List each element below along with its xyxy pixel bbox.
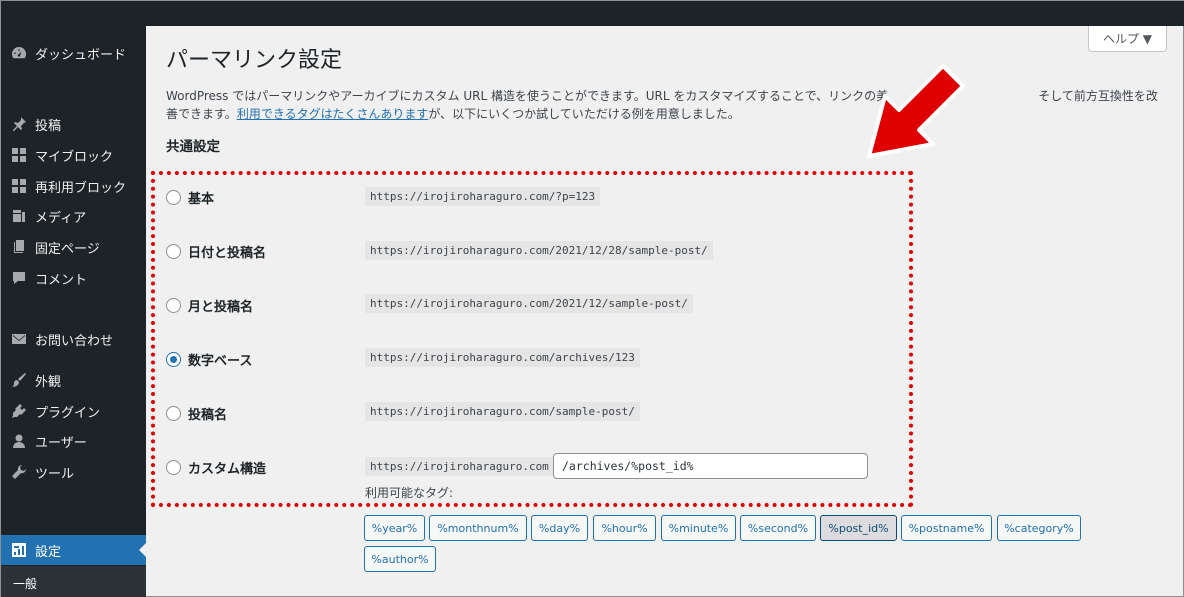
sidebar-item-label: ユーザー [35, 435, 87, 451]
radio-day-name[interactable] [166, 244, 181, 259]
sidebar-item-reusable-blocks[interactable]: 再利用ブロック [1, 171, 146, 201]
sidebar-item-appearance[interactable]: 外観 [1, 365, 146, 395]
sidebar-item-label: お問い合わせ [35, 333, 114, 349]
section-title: 共通設定 [166, 139, 220, 155]
red-arrow-icon [867, 64, 965, 158]
tag-button-hour[interactable]: %hour% [593, 515, 656, 541]
option-month-name[interactable]: 月と投稿名 [166, 296, 253, 315]
url-example: https://irojiroharaguro.com/2021/12/28/s… [365, 241, 713, 260]
url-example: https://irojiroharaguro.com/archives/123 [365, 348, 640, 367]
sidebar-item-label: コメント [35, 272, 88, 288]
option-label: 月と投稿名 [188, 300, 254, 315]
custom-structure-input[interactable] [553, 453, 868, 479]
sidebar-item-pages[interactable]: 固定ページ [1, 232, 146, 262]
sidebar-item-label: 投稿 [35, 118, 62, 134]
intro-text-part: が、以下にいくつか試していただける例を用意しました。 [428, 107, 740, 121]
sidebar-item-label: ダッシュボード [35, 47, 127, 63]
radio-post-name[interactable] [166, 406, 181, 421]
comment-icon [9, 268, 29, 288]
tag-button-second[interactable]: %second% [740, 515, 816, 541]
sidebar-item-label: 外観 [35, 374, 62, 390]
help-button[interactable]: ヘルプ ▼ [1088, 26, 1167, 52]
intro-text: WordPress ではパーマリンクやアーカイブにカスタム URL 構造を使うこ… [166, 87, 1166, 123]
mail-icon [9, 329, 29, 349]
plugin-icon [9, 401, 29, 421]
tag-button-category[interactable]: %category% [997, 515, 1081, 541]
url-example: https://irojiroharaguro.com/2021/12/samp… [365, 294, 693, 313]
option-label: 投稿名 [188, 408, 228, 423]
option-post-name[interactable]: 投稿名 [166, 404, 227, 423]
option-label: 基本 [188, 192, 215, 207]
sidebar-item-media[interactable]: メディア [1, 201, 146, 231]
radio-custom[interactable] [166, 460, 181, 475]
available-tags-link[interactable]: 利用できるタグはたくさんあります [237, 107, 429, 121]
tag-button-monthnum[interactable]: %monthnum% [429, 515, 527, 541]
option-day-name[interactable]: 日付と投稿名 [166, 242, 266, 261]
sidebar-item-comments[interactable]: コメント [1, 263, 146, 293]
available-tags-label: 利用可能なタグ: [365, 486, 454, 500]
sidebar-item-plugins[interactable]: プラグイン [1, 396, 146, 426]
tag-button-day[interactable]: %day% [531, 515, 588, 541]
url-example: https://irojiroharaguro.com/?p=123 [365, 187, 601, 206]
sidebar-item-posts[interactable]: 投稿 [1, 109, 146, 139]
sidebar-item-label: マイブロック [35, 149, 114, 165]
sidebar-item-contact[interactable]: お問い合わせ [1, 324, 146, 354]
sidebar-item-dashboard[interactable]: ダッシュボード [1, 38, 146, 68]
option-label: 数字ベース [188, 354, 253, 369]
page-title: パーマリンク設定 [166, 48, 343, 73]
tag-button-post-id[interactable]: %post_id% [820, 515, 897, 541]
sidebar-item-settings[interactable]: 設定 [1, 535, 146, 565]
pin-icon [9, 114, 29, 134]
dashboard-icon [9, 43, 29, 63]
sidebar-item-label: 再利用ブロック [35, 180, 127, 196]
option-custom[interactable]: カスタム構造 [166, 458, 266, 477]
option-label: カスタム構造 [188, 462, 267, 477]
submenu-item-general[interactable]: 一般 [13, 575, 37, 592]
sidebar-item-label: ツール [35, 466, 75, 482]
sidebar-item-label: メディア [35, 210, 87, 226]
sidebar-item-my-blocks[interactable]: マイブロック [1, 140, 146, 170]
tag-button-postname[interactable]: %postname% [901, 515, 992, 541]
url-base: https://irojiroharaguro.com [365, 457, 554, 476]
blocks-icon [9, 176, 29, 196]
radio-numeric[interactable] [166, 352, 181, 367]
option-numeric[interactable]: 数字ベース [166, 350, 252, 369]
settings-icon [9, 540, 29, 560]
media-icon [9, 206, 29, 226]
radio-plain[interactable] [166, 190, 181, 205]
sidebar-item-label: 設定 [35, 544, 62, 560]
admin-sidebar: ダッシュボード 投稿 マイブロック 再利用ブロック メディア 固定ページ コメン… [1, 26, 146, 597]
wrench-icon [9, 462, 29, 482]
user-icon [9, 431, 29, 451]
page-icon [9, 237, 29, 257]
url-example: https://irojiroharaguro.com/sample-post/ [365, 402, 640, 421]
intro-text-part: WordPress ではパーマリンクやアーカイブにカスタム URL 構造を使うこ… [166, 89, 889, 103]
sidebar-item-tools[interactable]: ツール [1, 457, 146, 487]
option-plain[interactable]: 基本 [166, 188, 214, 207]
sidebar-item-label: 固定ページ [35, 241, 100, 257]
brush-icon [9, 370, 29, 390]
tag-button-minute[interactable]: %minute% [661, 515, 736, 541]
sidebar-item-users[interactable]: ユーザー [1, 426, 146, 456]
option-label: 日付と投稿名 [188, 246, 267, 261]
tag-button-year[interactable]: %year% [364, 515, 425, 541]
tag-button-author[interactable]: %author% [364, 546, 436, 572]
sidebar-item-label: プラグイン [35, 405, 101, 421]
radio-month-name[interactable] [166, 298, 181, 313]
blocks-icon [9, 145, 29, 165]
admin-bar [1, 1, 1184, 26]
